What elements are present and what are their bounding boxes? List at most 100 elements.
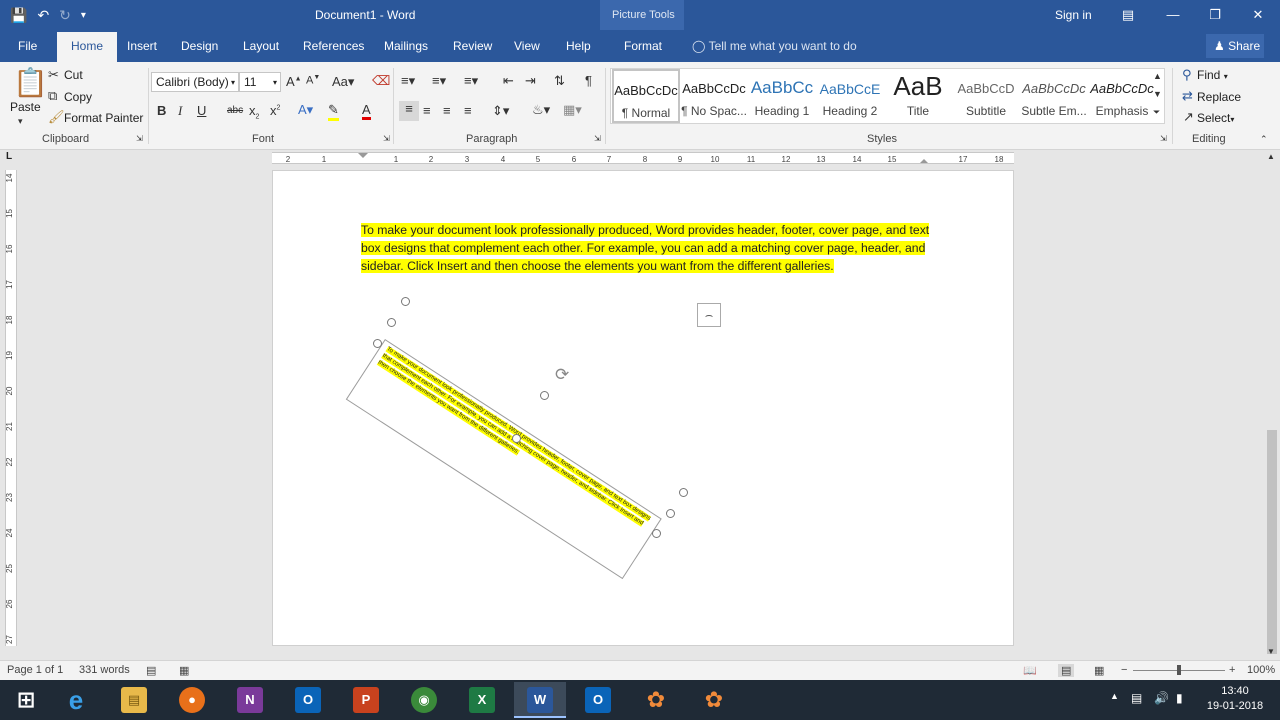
- multilevel-list-icon[interactable]: ≡▾: [464, 73, 478, 89]
- tab-format[interactable]: Format: [624, 39, 662, 53]
- font-color-icon[interactable]: A: [362, 102, 371, 120]
- rotate-handle-icon[interactable]: ⟳: [555, 365, 569, 385]
- battery-icon[interactable]: ▮: [1176, 691, 1183, 705]
- font-name-combo[interactable]: Calibri (Body) ▾: [151, 72, 239, 92]
- onenote-icon[interactable]: N: [224, 682, 276, 718]
- tab-review[interactable]: Review: [453, 39, 492, 53]
- sign-in-link[interactable]: Sign in: [1055, 8, 1092, 22]
- show-hidden-icons-icon[interactable]: ▲: [1110, 691, 1119, 701]
- style-no-spacing[interactable]: AaBbCcDc ¶ No Spac...: [680, 69, 748, 123]
- resize-handle[interactable]: [401, 297, 410, 306]
- style-title[interactable]: AaB Title: [884, 69, 952, 123]
- borders-icon[interactable]: ▦▾: [563, 102, 582, 118]
- change-case-icon[interactable]: Aa▾: [332, 74, 354, 90]
- layout-options-icon[interactable]: ⌢: [697, 303, 721, 327]
- excel-icon[interactable]: X: [456, 682, 508, 718]
- italic-icon[interactable]: I: [178, 103, 182, 119]
- body-paragraph[interactable]: To make your document look professionall…: [361, 221, 941, 275]
- grow-font-icon[interactable]: A▲: [286, 74, 302, 89]
- style-heading-2[interactable]: AaBbCcE Heading 2: [816, 69, 884, 123]
- proofing-icon[interactable]: ▤: [146, 664, 156, 677]
- resize-handle[interactable]: [652, 529, 661, 538]
- superscript-icon[interactable]: x2: [270, 103, 280, 118]
- show-formatting-icon[interactable]: ¶: [585, 73, 592, 88]
- tab-design[interactable]: Design: [181, 39, 218, 53]
- internet-explorer-icon[interactable]: e: [50, 682, 102, 718]
- select-button[interactable]: Select▾: [1197, 111, 1234, 125]
- font-size-combo[interactable]: 11 ▾: [239, 72, 281, 92]
- horizontal-ruler[interactable]: 2 1 1 2 3 4 5 6 7 8 9 10 11 12 13 14 15 17 18: [272, 152, 1014, 164]
- resize-handle[interactable]: [387, 318, 396, 327]
- styles-scroll-up-icon[interactable]: ▲: [1153, 71, 1162, 81]
- paste-button[interactable]: Paste: [10, 100, 41, 114]
- bullets-icon[interactable]: ≡▾: [401, 73, 415, 89]
- increase-indent-icon[interactable]: ⇥: [525, 73, 536, 89]
- tab-layout[interactable]: Layout: [243, 39, 279, 53]
- vertical-scrollbar[interactable]: ▲ ▼: [1264, 150, 1280, 660]
- document-page[interactable]: To make your document look professionall…: [272, 170, 1014, 646]
- style-emphasis[interactable]: AaBbCcDc Emphasis: [1088, 69, 1156, 123]
- tab-selector[interactable]: L: [0, 150, 22, 166]
- zoom-in-icon[interactable]: +: [1229, 664, 1235, 676]
- print-layout-icon[interactable]: ▤: [1058, 664, 1075, 677]
- undo-icon[interactable]: ↶: [37, 7, 49, 24]
- tab-file[interactable]: File: [18, 39, 37, 53]
- resize-handle[interactable]: [373, 339, 382, 348]
- rotated-text-box[interactable]: To make your document look professionall…: [345, 339, 662, 580]
- web-layout-icon[interactable]: ▦: [1094, 664, 1104, 677]
- bold-icon[interactable]: B: [157, 103, 166, 118]
- volume-icon[interactable]: 🔊: [1154, 691, 1169, 705]
- zoom-out-icon[interactable]: −: [1121, 664, 1127, 676]
- app-flower-icon[interactable]: ✿: [688, 682, 740, 718]
- resize-handle[interactable]: [666, 509, 675, 518]
- font-launcher-icon[interactable]: ⇲: [383, 134, 390, 143]
- maximize-button[interactable]: ❐: [1200, 4, 1230, 26]
- sort-icon[interactable]: ⇅: [554, 73, 565, 89]
- format-painter-button[interactable]: Format Painter: [64, 111, 143, 125]
- shrink-font-icon[interactable]: A▼: [306, 74, 320, 87]
- tab-mailings[interactable]: Mailings: [384, 39, 428, 53]
- replace-button[interactable]: Replace: [1197, 90, 1241, 104]
- justify-icon[interactable]: ≡: [464, 103, 472, 118]
- scroll-up-icon[interactable]: ▲: [1267, 152, 1275, 161]
- read-mode-icon[interactable]: 📖: [1023, 664, 1037, 677]
- zoom-level[interactable]: 100%: [1247, 664, 1275, 676]
- resize-handle[interactable]: [679, 488, 688, 497]
- outlook-icon[interactable]: O: [572, 682, 624, 718]
- align-left-icon[interactable]: ≡: [399, 101, 419, 121]
- taskbar-clock[interactable]: 13:40 19-01-2018: [1200, 684, 1270, 714]
- powerpoint-icon[interactable]: P: [340, 682, 392, 718]
- app-flower-icon[interactable]: ✿: [630, 682, 682, 718]
- save-icon[interactable]: 💾: [10, 7, 27, 24]
- paragraph-launcher-icon[interactable]: ⇲: [594, 134, 601, 143]
- cut-button[interactable]: Cut: [64, 68, 83, 82]
- close-button[interactable]: ✕: [1243, 4, 1273, 26]
- shading-icon[interactable]: ♨▾: [532, 102, 550, 118]
- paste-icon[interactable]: 📋: [13, 66, 48, 99]
- find-button[interactable]: Find ▾: [1197, 68, 1228, 82]
- style-subtle-emphasis[interactable]: AaBbCcDc Subtle Em...: [1020, 69, 1088, 123]
- styles-more-icon[interactable]: ⏷: [1153, 107, 1160, 118]
- line-spacing-icon[interactable]: ⇕▾: [492, 103, 509, 119]
- tab-help[interactable]: Help: [566, 39, 591, 53]
- network-icon[interactable]: ▤: [1131, 691, 1142, 705]
- decrease-indent-icon[interactable]: ⇤: [503, 73, 514, 89]
- numbering-icon[interactable]: ≡▾: [432, 73, 446, 89]
- resize-handle[interactable]: [540, 391, 549, 400]
- word-count[interactable]: 331 words: [79, 664, 130, 676]
- tell-me-search[interactable]: ◯ Tell me what you want to do: [692, 39, 857, 53]
- resize-handle[interactable]: [512, 434, 521, 443]
- tab-references[interactable]: References: [303, 39, 364, 53]
- customize-qat-icon[interactable]: ▾: [81, 10, 86, 21]
- clipboard-launcher-icon[interactable]: ⇲: [136, 134, 143, 143]
- scrollbar-thumb[interactable]: [1267, 430, 1277, 654]
- scroll-down-icon[interactable]: ▼: [1267, 647, 1275, 656]
- tab-view[interactable]: View: [514, 39, 540, 53]
- chrome-icon[interactable]: ◉: [398, 682, 450, 718]
- align-right-icon[interactable]: ≡: [443, 103, 451, 118]
- text-effects-icon[interactable]: A▾: [298, 102, 313, 118]
- file-explorer-icon[interactable]: ▤: [108, 682, 160, 718]
- share-button[interactable]: ♟ Share: [1206, 34, 1264, 58]
- firefox-icon[interactable]: ●: [166, 682, 218, 718]
- copy-button[interactable]: Copy: [64, 90, 92, 104]
